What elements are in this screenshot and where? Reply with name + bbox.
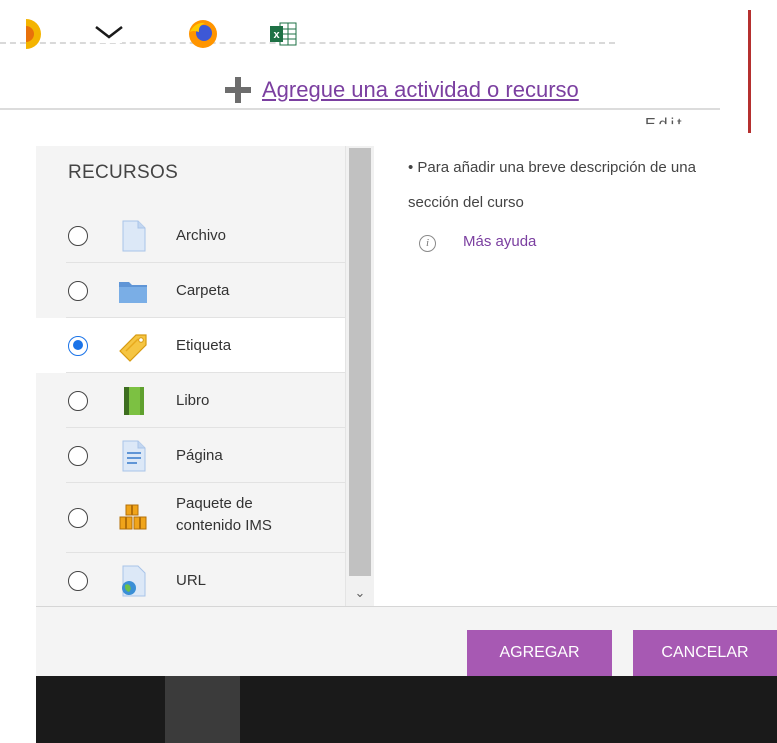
item-label: Paquete de contenido IMS xyxy=(176,495,272,534)
resource-item-carpeta[interactable]: Carpeta xyxy=(36,263,345,318)
resource-item-etiqueta[interactable]: Etiqueta xyxy=(36,318,345,373)
radio-libro[interactable] xyxy=(68,390,88,411)
item-label: URL xyxy=(176,571,207,589)
radio-pagina[interactable] xyxy=(68,445,88,466)
taskbar xyxy=(36,676,777,743)
item-label: Libro xyxy=(176,391,210,409)
resource-item-libro[interactable]: Libro xyxy=(36,373,345,428)
add-button[interactable]: AGREGAR xyxy=(467,630,612,676)
add-activity-control[interactable]: Agregue una actividad o recurso xyxy=(224,76,579,104)
add-activity-link[interactable]: Agregue una actividad o recurso xyxy=(262,77,579,103)
book-icon xyxy=(124,386,144,415)
mail-icon[interactable] xyxy=(93,18,125,50)
radio-carpeta[interactable] xyxy=(68,280,88,301)
radio-paquete-ims[interactable] xyxy=(68,508,88,528)
item-label: Carpeta xyxy=(176,281,230,299)
more-help-link[interactable]: Más ayuda xyxy=(463,233,536,250)
radio-archivo[interactable] xyxy=(68,225,88,246)
resource-item-url[interactable]: URL xyxy=(36,553,345,608)
edit-mode-indicator xyxy=(748,10,751,133)
info-icon: i xyxy=(419,235,436,252)
resource-item-paquete-ims[interactable]: Paquete de contenido IMS xyxy=(36,483,345,553)
plus-icon[interactable] xyxy=(224,76,252,104)
chevron-down-icon[interactable]: ⌄ xyxy=(346,582,374,604)
chrome-icon[interactable] xyxy=(26,18,44,50)
resource-item-pagina[interactable]: Página xyxy=(36,428,345,483)
item-label: Etiqueta xyxy=(176,336,232,354)
page-icon xyxy=(122,440,146,471)
firefox-icon[interactable] xyxy=(187,18,219,50)
file-icon xyxy=(122,220,146,251)
list-scrollbar[interactable]: ⌄ xyxy=(345,146,374,606)
scrollbar-thumb[interactable] xyxy=(349,148,371,576)
excel-icon[interactable]: x xyxy=(268,18,300,50)
partial-edit-text: Edit xyxy=(645,116,685,133)
label-tag-icon xyxy=(119,333,147,362)
footer-divider xyxy=(36,606,777,607)
ims-package-icon xyxy=(119,504,147,530)
item-label: Página xyxy=(176,446,223,464)
radio-etiqueta[interactable] xyxy=(68,335,88,356)
url-globe-icon xyxy=(122,565,146,596)
item-label: Archivo xyxy=(176,226,227,244)
radio-url[interactable] xyxy=(68,570,88,591)
resource-item-archivo[interactable]: Archivo xyxy=(36,208,345,263)
taskbar-active-highlight xyxy=(165,676,240,743)
svg-text:x: x xyxy=(273,29,280,41)
section-divider xyxy=(0,108,720,110)
section-title-recursos: RECURSOS xyxy=(68,162,179,183)
folder-icon xyxy=(119,281,147,303)
help-description: • Para añadir una breve descripción de u… xyxy=(408,159,696,211)
cancel-button[interactable]: CANCELAR xyxy=(633,630,777,676)
